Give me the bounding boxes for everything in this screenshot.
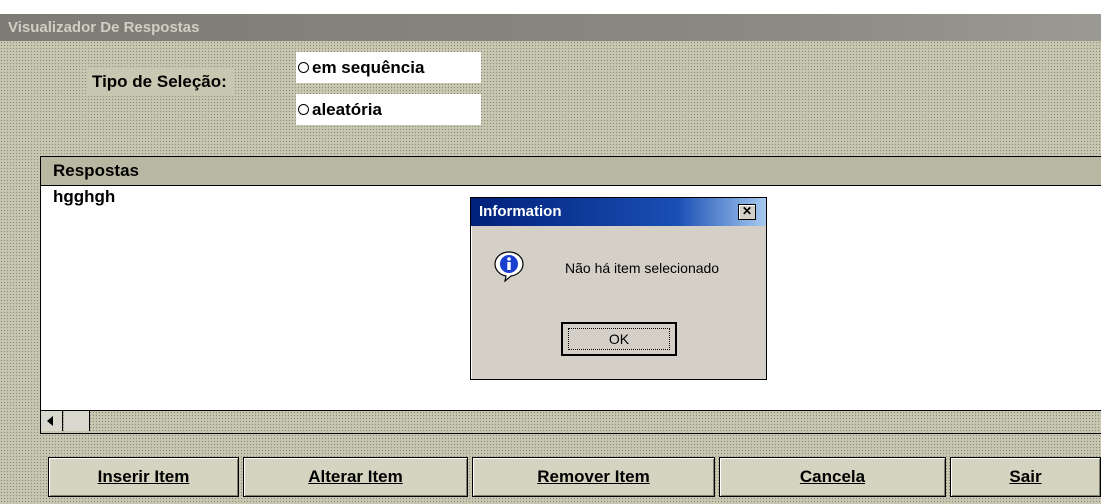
selection-type-label: Tipo de Seleção:	[86, 69, 233, 95]
radio-sequence[interactable]: em sequência	[296, 52, 481, 83]
cancel-button[interactable]: Cancela	[719, 457, 946, 497]
insert-item-button[interactable]: Inserir Item	[48, 457, 239, 497]
ok-button[interactable]: OK	[561, 322, 677, 356]
dialog-title-text: Information	[479, 203, 562, 220]
horizontal-scrollbar[interactable]	[41, 410, 1101, 433]
radio-random[interactable]: aleatória	[296, 94, 481, 125]
answers-header: Respostas	[41, 157, 1101, 186]
scroll-left-icon[interactable]	[41, 411, 63, 431]
dialog-title: Information ✕	[471, 198, 766, 226]
information-dialog: Information ✕ Não há item selecionado OK	[470, 197, 767, 380]
scroll-thumb[interactable]	[64, 411, 90, 431]
dialog-message: Não há item selecionado	[565, 260, 720, 276]
radio-circle-icon[interactable]	[298, 62, 309, 73]
window-title: Visualizador De Respostas	[0, 14, 1101, 41]
radio-random-label: aleatória	[312, 99, 382, 119]
exit-button[interactable]: Sair	[950, 457, 1101, 497]
close-icon[interactable]: ✕	[738, 204, 756, 220]
info-icon	[494, 251, 524, 282]
radio-circle-icon[interactable]	[298, 104, 309, 115]
remove-item-button[interactable]: Remover Item	[472, 457, 715, 497]
alter-item-button[interactable]: Alterar Item	[243, 457, 468, 497]
radio-sequence-label: em sequência	[312, 57, 425, 77]
